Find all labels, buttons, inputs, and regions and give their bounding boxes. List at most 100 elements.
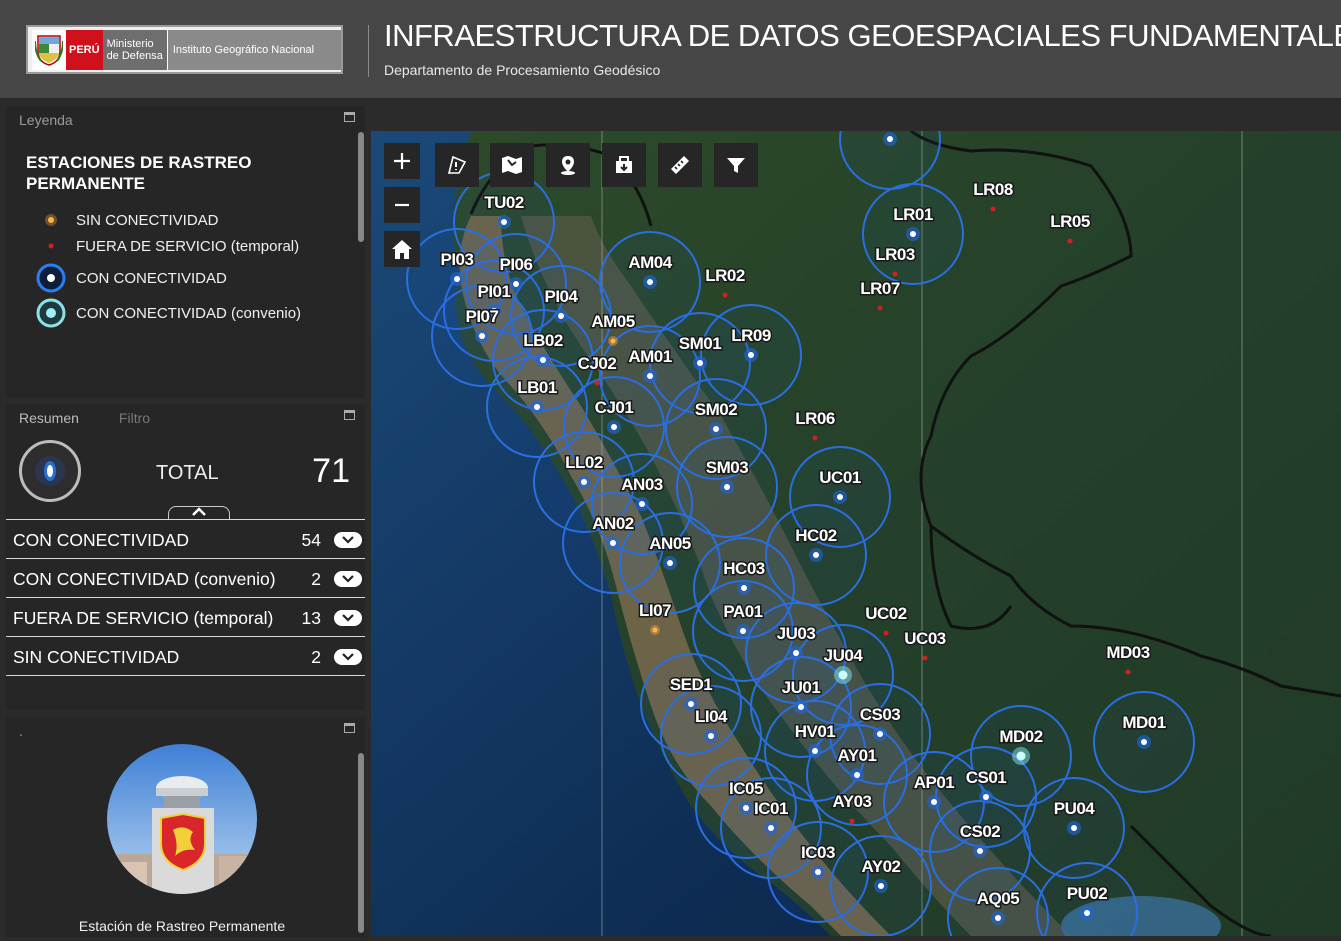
map-view[interactable]: LR04LR08LR01LR05LR03LR07TU02PI03PI06PI01… bbox=[371, 106, 1341, 936]
tab-filtro[interactable]: Filtro bbox=[119, 410, 150, 426]
station-marker[interactable] bbox=[744, 348, 758, 362]
home-button[interactable] bbox=[384, 231, 420, 267]
station-marker[interactable] bbox=[536, 353, 550, 367]
summary-panel: Resumen Filtro TOTAL 71 CON CONECTIVIDAD… bbox=[6, 404, 365, 710]
station-label: AP01 bbox=[914, 773, 955, 792]
station-marker[interactable] bbox=[709, 422, 723, 436]
stat-row-con-conectividad[interactable]: CON CONECTIVIDAD 54 bbox=[6, 520, 365, 559]
station-marker[interactable] bbox=[906, 227, 920, 241]
maximize-icon[interactable] bbox=[344, 723, 355, 733]
collapse-toggle[interactable] bbox=[168, 506, 230, 520]
station-marker[interactable] bbox=[922, 655, 928, 661]
stat-row-fuera-servicio[interactable]: FUERA DE SERVICIO (temporal) 13 bbox=[6, 598, 365, 637]
station-marker[interactable] bbox=[650, 625, 660, 635]
station-marker[interactable] bbox=[739, 801, 753, 815]
maximize-icon[interactable] bbox=[344, 112, 355, 122]
station-marker[interactable] bbox=[475, 329, 489, 343]
stat-row-con-conectividad-convenio[interactable]: CON CONECTIVIDAD (convenio) 2 bbox=[6, 559, 365, 598]
station-marker[interactable] bbox=[833, 490, 847, 504]
station-marker[interactable] bbox=[635, 497, 649, 511]
station-marker[interactable] bbox=[927, 795, 941, 809]
chevron-down-icon[interactable] bbox=[334, 532, 362, 548]
station-marker[interactable] bbox=[704, 729, 718, 743]
station-marker[interactable] bbox=[643, 275, 657, 289]
station-marker[interactable] bbox=[643, 369, 657, 383]
legend-panel-title: Leyenda bbox=[19, 112, 73, 128]
station-marker[interactable] bbox=[812, 435, 818, 441]
station-dot bbox=[995, 915, 1001, 921]
station-marker[interactable] bbox=[979, 790, 993, 804]
station-dot bbox=[812, 435, 818, 441]
station-marker[interactable] bbox=[577, 475, 591, 489]
stat-row-sin-conectividad[interactable]: SIN CONECTIVIDAD 2 bbox=[6, 637, 365, 676]
basemap-gallery-button[interactable] bbox=[490, 143, 534, 187]
draw-tool-button[interactable] bbox=[435, 143, 479, 187]
station-marker[interactable] bbox=[1080, 906, 1094, 920]
station-marker[interactable] bbox=[973, 844, 987, 858]
ign-logo[interactable]: PERÚ Ministerio de Defensa Instituto Geo… bbox=[26, 25, 343, 74]
station-marker[interactable] bbox=[606, 536, 620, 550]
station-marker[interactable] bbox=[1125, 669, 1131, 675]
station-marker[interactable] bbox=[737, 581, 751, 595]
station-marker[interactable] bbox=[693, 356, 707, 370]
stat-label: FUERA DE SERVICIO (temporal) bbox=[13, 608, 274, 628]
filter-button[interactable] bbox=[714, 143, 758, 187]
station-dot bbox=[990, 206, 996, 212]
station-label: PA01 bbox=[723, 602, 762, 621]
measure-button[interactable] bbox=[658, 143, 702, 187]
station-marker[interactable] bbox=[497, 215, 511, 229]
maximize-icon[interactable] bbox=[344, 410, 355, 420]
station-marker[interactable] bbox=[990, 206, 996, 212]
zoom-in-button[interactable] bbox=[384, 143, 420, 179]
station-marker[interactable] bbox=[789, 646, 803, 660]
station-marker[interactable] bbox=[811, 865, 825, 879]
station-marker[interactable] bbox=[594, 380, 600, 386]
station-marker[interactable] bbox=[874, 879, 888, 893]
station-dot bbox=[854, 772, 860, 778]
station-marker[interactable] bbox=[608, 336, 618, 346]
station-marker[interactable] bbox=[883, 132, 897, 146]
station-label: MD02 bbox=[999, 727, 1042, 746]
legend-panel: Leyenda ESTACIONES DE RASTREO PERMANENTE… bbox=[6, 106, 365, 398]
chevron-down-icon[interactable] bbox=[334, 610, 362, 626]
chevron-down-icon[interactable] bbox=[334, 649, 362, 665]
station-marker[interactable] bbox=[509, 277, 523, 291]
station-marker[interactable] bbox=[722, 292, 728, 298]
station-marker[interactable] bbox=[834, 666, 852, 684]
station-label: CS03 bbox=[860, 705, 901, 724]
map-canvas[interactable]: LR04LR08LR01LR05LR03LR07TU02PI03PI06PI01… bbox=[371, 106, 1341, 936]
station-marker[interactable] bbox=[764, 821, 778, 835]
station-marker[interactable] bbox=[873, 727, 887, 741]
station-marker[interactable] bbox=[554, 309, 568, 323]
chevron-down-icon[interactable] bbox=[334, 571, 362, 587]
print-button[interactable] bbox=[602, 143, 646, 187]
station-marker[interactable] bbox=[720, 480, 734, 494]
station-marker[interactable] bbox=[736, 624, 750, 638]
tab-resumen[interactable]: Resumen bbox=[19, 410, 79, 426]
legend-scrollbar[interactable] bbox=[358, 132, 364, 242]
station-marker[interactable] bbox=[877, 305, 883, 311]
zoom-out-button[interactable] bbox=[384, 187, 420, 223]
station-label: JU03 bbox=[777, 624, 816, 643]
station-marker[interactable] bbox=[892, 271, 898, 277]
station-label: LR06 bbox=[795, 409, 835, 428]
station-marker[interactable] bbox=[1067, 821, 1081, 835]
station-marker[interactable] bbox=[1012, 747, 1030, 765]
station-marker[interactable] bbox=[883, 630, 889, 636]
station-marker[interactable] bbox=[991, 911, 1005, 925]
station-marker[interactable] bbox=[809, 548, 823, 562]
station-marker[interactable] bbox=[663, 556, 677, 570]
station-marker[interactable] bbox=[450, 272, 464, 286]
station-dot bbox=[647, 373, 653, 379]
station-marker[interactable] bbox=[850, 768, 864, 782]
station-marker[interactable] bbox=[1067, 238, 1073, 244]
station-dot bbox=[1016, 751, 1026, 761]
station-marker[interactable] bbox=[1137, 735, 1151, 749]
station-marker[interactable] bbox=[849, 818, 855, 824]
station-scrollbar[interactable] bbox=[358, 753, 364, 933]
station-marker[interactable] bbox=[808, 744, 822, 758]
station-marker[interactable] bbox=[530, 400, 544, 414]
locate-button[interactable] bbox=[546, 143, 590, 187]
station-marker[interactable] bbox=[607, 420, 621, 434]
station-marker[interactable] bbox=[794, 700, 808, 714]
